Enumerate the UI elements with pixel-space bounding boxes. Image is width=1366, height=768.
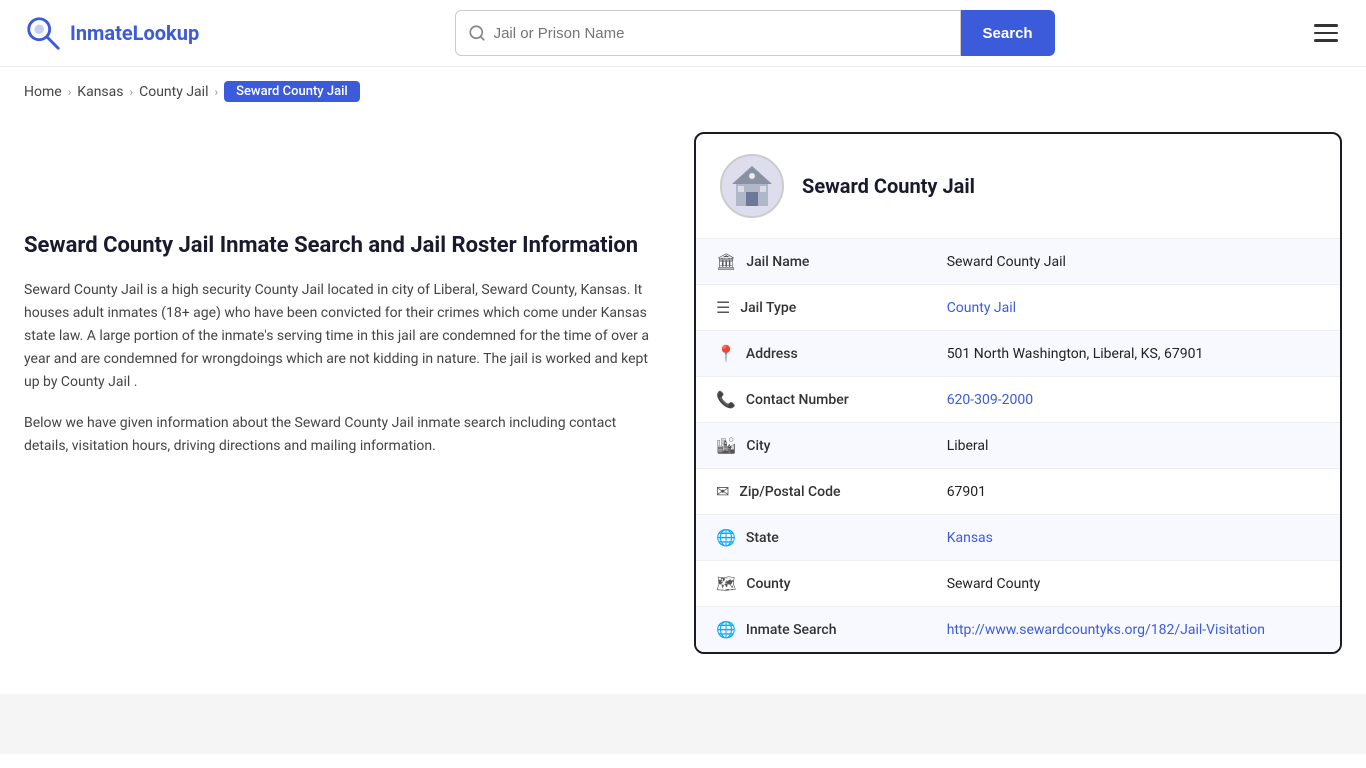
hamburger-line-2 xyxy=(1314,32,1338,35)
page-title: Seward County Jail Inmate Search and Jai… xyxy=(24,232,664,261)
table-value-link[interactable]: 620-309-2000 xyxy=(947,392,1033,408)
table-row: 🌐 State Kansas xyxy=(696,515,1340,561)
menu-button[interactable] xyxy=(1310,20,1342,46)
table-value-cell[interactable]: Kansas xyxy=(927,515,1340,561)
table-label-cell: 🌐 Inmate Search xyxy=(696,607,896,652)
table-label-cell: ✉ Zip/Postal Code xyxy=(696,469,896,514)
table-value-cell: 67901 xyxy=(927,469,1340,515)
breadcrumb-state[interactable]: Kansas xyxy=(77,84,123,100)
footer xyxy=(0,694,1366,754)
table-value-cell[interactable]: County Jail xyxy=(927,285,1340,331)
table-label-cell: 📞 Contact Number xyxy=(696,377,896,422)
table-value-link[interactable]: Kansas xyxy=(947,530,993,546)
main-content: Seward County Jail Inmate Search and Jai… xyxy=(0,112,1366,694)
table-row: 🏛 Jail Name Seward County Jail xyxy=(696,239,1340,285)
table-label-cell: 🌐 State xyxy=(696,515,896,560)
search-form: Search xyxy=(455,10,1055,56)
info-table: 🏛 Jail Name Seward County Jail ☰ Jail Type Co… xyxy=(696,239,1340,652)
table-label-cell: 🗺 County xyxy=(696,561,896,606)
table-row: ☰ Jail Type County Jail xyxy=(696,285,1340,331)
table-label-cell: 🏙 City xyxy=(696,423,896,468)
search-button[interactable]: Search xyxy=(961,10,1055,56)
info-card-header: Seward County Jail xyxy=(696,134,1340,239)
search-input-wrap xyxy=(455,10,961,56)
breadcrumb-sep-3: › xyxy=(214,85,218,99)
breadcrumb-home[interactable]: Home xyxy=(24,84,62,100)
jail-avatar xyxy=(720,154,784,218)
table-value-cell: Seward County xyxy=(927,561,1340,607)
row-icon: 🏙 xyxy=(716,436,736,455)
search-input[interactable] xyxy=(494,25,948,42)
table-row: 📞 Contact Number 620-309-2000 xyxy=(696,377,1340,423)
row-label: State xyxy=(746,530,779,546)
row-icon: 🗺 xyxy=(716,574,736,593)
info-card: Seward County Jail 🏛 Jail Name Seward Coun… xyxy=(694,132,1342,654)
table-label-cell: 🏛 Jail Name xyxy=(696,239,896,284)
info-card-title: Seward County Jail xyxy=(802,174,975,198)
hamburger-line-3 xyxy=(1314,39,1338,42)
left-column: Seward County Jail Inmate Search and Jai… xyxy=(24,132,664,654)
breadcrumb-current: Seward County Jail xyxy=(224,81,360,102)
row-icon: ☰ xyxy=(716,298,730,317)
table-value-link[interactable]: http://www.sewardcountyks.org/182/Jail-V… xyxy=(947,622,1265,638)
row-icon: 📍 xyxy=(716,344,736,363)
table-row: ✉ Zip/Postal Code 67901 xyxy=(696,469,1340,515)
logo[interactable]: InmateLookup xyxy=(24,14,199,52)
row-icon: 🌐 xyxy=(716,528,736,547)
logo-text: InmateLookup xyxy=(70,21,199,45)
row-label: Address xyxy=(746,346,798,362)
table-value-cell[interactable]: http://www.sewardcountyks.org/182/Jail-V… xyxy=(927,607,1340,653)
page-description-2: Below we have given information about th… xyxy=(24,412,664,458)
breadcrumb-sep-1: › xyxy=(68,85,72,99)
row-label: Jail Type xyxy=(740,300,796,316)
table-row: 🌐 Inmate Search http://www.sewardcountyks.… xyxy=(696,607,1340,653)
table-row: 🗺 County Seward County xyxy=(696,561,1340,607)
breadcrumb-type[interactable]: County Jail xyxy=(139,84,208,100)
table-row: 🏙 City Liberal xyxy=(696,423,1340,469)
page-description-1: Seward County Jail is a high security Co… xyxy=(24,279,664,394)
row-label: County xyxy=(746,576,790,592)
row-label: Zip/Postal Code xyxy=(739,484,840,500)
table-value-cell: Liberal xyxy=(927,423,1340,469)
row-icon: 🌐 xyxy=(716,620,736,639)
table-row: 📍 Address 501 North Washington, Liberal, K… xyxy=(696,331,1340,377)
table-label-cell: ☰ Jail Type xyxy=(696,285,896,330)
row-icon: 🏛 xyxy=(716,252,736,271)
row-label: Jail Name xyxy=(746,254,809,270)
breadcrumb: Home › Kansas › County Jail › Seward Cou… xyxy=(0,67,1366,112)
breadcrumb-sep-2: › xyxy=(130,85,134,99)
table-value-link[interactable]: County Jail xyxy=(947,300,1016,316)
table-label-cell: 📍 Address xyxy=(696,331,896,376)
table-value-cell: 501 North Washington, Liberal, KS, 67901 xyxy=(927,331,1340,377)
right-column: Seward County Jail 🏛 Jail Name Seward Coun… xyxy=(694,132,1342,654)
row-label: Contact Number xyxy=(746,392,849,408)
row-icon: 📞 xyxy=(716,390,736,409)
hamburger-line-1 xyxy=(1314,24,1338,27)
row-icon: ✉ xyxy=(716,482,729,501)
search-icon xyxy=(468,24,486,42)
table-value-cell: Seward County Jail xyxy=(927,239,1340,285)
building-icon xyxy=(728,162,776,210)
table-value-cell[interactable]: 620-309-2000 xyxy=(927,377,1340,423)
row-label: Inmate Search xyxy=(746,622,837,638)
logo-icon xyxy=(24,14,62,52)
row-label: City xyxy=(746,438,770,454)
